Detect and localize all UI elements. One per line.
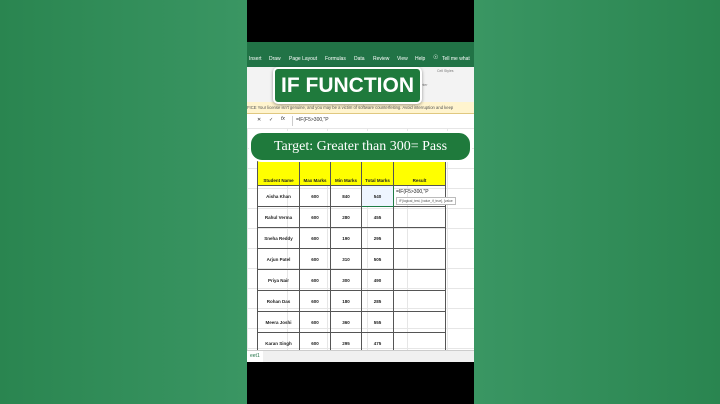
cell-min[interactable]: 190 [330,227,362,249]
cell-styles-button[interactable]: Cell Styles [437,69,454,73]
cell-total[interactable]: 490 [361,269,394,291]
tab-draw[interactable]: Draw [269,56,281,62]
header-result[interactable]: Result [393,160,446,186]
tab-help[interactable]: Help [415,56,425,62]
cell-min[interactable]: 280 [330,206,362,228]
header-min-marks[interactable]: Min Marks [330,160,362,186]
cell-result[interactable] [393,311,446,333]
cell-min[interactable]: 300 [330,269,362,291]
table-row: Rahul Verma 600 280 455 [257,206,446,228]
header-total-marks[interactable]: Total Marks [361,160,394,186]
table-row: Sneha Reddy 600 190 295 [257,227,446,249]
background-left [0,0,247,404]
cell-max[interactable]: 600 [299,269,331,291]
cell-max[interactable]: 600 [299,227,331,249]
sheet-tab-sheet1[interactable]: eet1 [247,351,263,362]
lightbulb-icon: ☉ [433,55,439,61]
table-row: Meera Joshi 600 360 555 [257,311,446,333]
table-row: Priya Nair 600 300 490 [257,269,446,291]
cell-result[interactable] [393,290,446,312]
cell-max[interactable]: 600 [299,290,331,312]
license-warning-text: FICE Your license isn't genuine, and you… [247,105,454,110]
cell-total[interactable]: 455 [361,206,394,228]
cell-max[interactable]: 600 [299,206,331,228]
cell-name[interactable]: Rohan Das [257,290,300,312]
table-row: Arjun Patel 600 310 505 [257,248,446,270]
cell-total[interactable]: 555 [361,311,394,333]
cell-result[interactable] [393,248,446,270]
ribbon-tab-bar: Insert Draw Page Layout Formulas Data Re… [247,42,474,67]
cell-result[interactable] [393,227,446,249]
tell-me-box[interactable]: Tell me what [442,56,470,62]
formula-input[interactable]: =IF(F5>300,"P [296,117,329,123]
function-tooltip: IF(logical_test, [value_if_true], [value [396,197,456,205]
tab-data[interactable]: Data [354,56,365,62]
cell-name[interactable]: Priya Nair [257,269,300,291]
cell-name[interactable]: Meera Joshi [257,311,300,333]
video-frame: Insert Draw Page Layout Formulas Data Re… [247,0,474,404]
cell-total-selected[interactable]: 540 [361,185,394,207]
header-row: Student Name Max Marks Min Marks Total M… [257,160,446,186]
cancel-icon[interactable]: ✕ [257,117,261,123]
cell-min[interactable]: 180 [330,290,362,312]
editing-formula-text: =IF(F5>300,"P [396,189,429,195]
cell-name[interactable]: Aisha Khan [257,185,300,207]
tab-page-layout[interactable]: Page Layout [289,56,317,62]
cell-min[interactable]: 840 [330,185,362,207]
cell-total[interactable]: 505 [361,248,394,270]
cell-result-editing[interactable]: =IF(F5>300,"P IF(logical_test, [value_if… [393,185,456,207]
target-banner: Target: Greater than 300= Pass [249,131,472,162]
cell-min[interactable]: 310 [330,248,362,270]
cell-name[interactable]: Sneha Reddy [257,227,300,249]
tab-insert[interactable]: Insert [249,56,262,62]
sheet-tab-bar: eet1 [247,350,474,362]
cell-max[interactable]: 600 [299,185,331,207]
cell-result[interactable] [393,206,446,228]
enter-icon[interactable]: ✓ [269,117,273,123]
header-max-marks[interactable]: Max Marks [299,160,331,186]
cell-total[interactable]: 295 [361,227,394,249]
student-marks-table: Student Name Max Marks Min Marks Total M… [257,160,456,354]
fx-icon[interactable]: fx [281,116,285,122]
tab-view[interactable]: View [397,56,408,62]
tab-formulas[interactable]: Formulas [325,56,346,62]
background-right [474,0,720,404]
cell-max[interactable]: 600 [299,311,331,333]
header-student-name[interactable]: Student Name [257,160,300,186]
table-row: Aisha Khan 600 840 540 =IF(F5>300,"P IF(… [257,185,456,207]
cell-result[interactable] [393,269,446,291]
cell-name[interactable]: Arjun Patel [257,248,300,270]
table-row: Rohan Das 600 180 285 [257,290,446,312]
cell-name[interactable]: Rahul Verma [257,206,300,228]
cell-total[interactable]: 285 [361,290,394,312]
formula-bar-divider [292,116,293,126]
cell-min[interactable]: 360 [330,311,362,333]
title-banner: IF FUNCTION [273,67,422,104]
formula-bar: ✕ ✓ fx =IF(F5>300,"P [247,114,474,129]
tab-review[interactable]: Review [373,56,389,62]
cell-max[interactable]: 600 [299,248,331,270]
